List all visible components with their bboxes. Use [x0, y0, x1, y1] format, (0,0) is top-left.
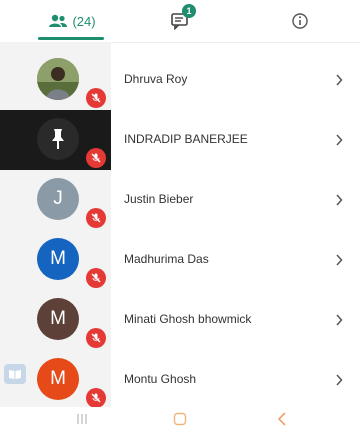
participant-list: Dhruva Roy INDRADIP BANERJEE J Justin Bi…: [0, 42, 360, 407]
participants-count: (24): [72, 13, 96, 29]
mic-off-icon: [86, 88, 106, 108]
participant-name: INDRADIP BANERJEE: [124, 132, 248, 146]
chevron-right-icon[interactable]: [334, 310, 344, 330]
mic-off-icon: [86, 148, 106, 168]
system-nav-bar: [0, 407, 360, 430]
mic-off-icon: [86, 208, 106, 228]
chevron-right-icon[interactable]: [334, 370, 344, 390]
tab-chat[interactable]: 1: [150, 0, 210, 42]
participant-row[interactable]: Dhruva Roy: [0, 50, 360, 110]
mic-off-icon: [86, 268, 106, 288]
participant-row[interactable]: M Minati Ghosh bhowmick: [0, 290, 360, 350]
participant-name: Dhruva Roy: [124, 72, 188, 86]
participant-name: Montu Ghosh: [124, 372, 197, 386]
avatar-photo: [37, 58, 79, 100]
participants-tab-bar: (24) 1: [0, 0, 360, 43]
chevron-right-icon[interactable]: [334, 130, 344, 150]
mic-off-icon: [86, 328, 106, 348]
pin-icon: [52, 129, 64, 149]
participant-name: Justin Bieber: [124, 192, 194, 206]
participant-row[interactable]: J Justin Bieber: [0, 170, 360, 230]
participant-name: Madhurima Das: [124, 252, 209, 266]
tab-participants[interactable]: (24): [22, 0, 122, 42]
tab-info[interactable]: [270, 0, 330, 42]
participant-row[interactable]: INDRADIP BANERJEE: [0, 110, 360, 170]
avatar-initial: M: [37, 358, 79, 400]
people-icon: [49, 14, 68, 27]
recent-apps-icon[interactable]: [62, 407, 102, 430]
chat-unread-badge: 1: [182, 4, 196, 18]
avatar-initial: M: [37, 298, 79, 340]
avatar-initial: M: [37, 238, 79, 280]
back-icon[interactable]: [262, 407, 302, 430]
info-icon: [292, 13, 308, 29]
mic-off-icon: [86, 388, 106, 407]
active-tab-indicator: [38, 37, 104, 40]
book-icon[interactable]: [4, 364, 26, 384]
chevron-right-icon[interactable]: [334, 190, 344, 210]
home-icon[interactable]: [160, 407, 200, 430]
pinned-avatar: [37, 118, 79, 160]
avatar-initial: J: [37, 178, 79, 220]
profile-photo-icon: [37, 58, 79, 100]
participant-row[interactable]: M Madhurima Das: [0, 230, 360, 290]
chevron-right-icon[interactable]: [334, 70, 344, 90]
chevron-right-icon[interactable]: [334, 250, 344, 270]
participant-row[interactable]: M Montu Ghosh: [0, 350, 360, 407]
participant-name: Minati Ghosh bhowmick: [124, 312, 252, 326]
